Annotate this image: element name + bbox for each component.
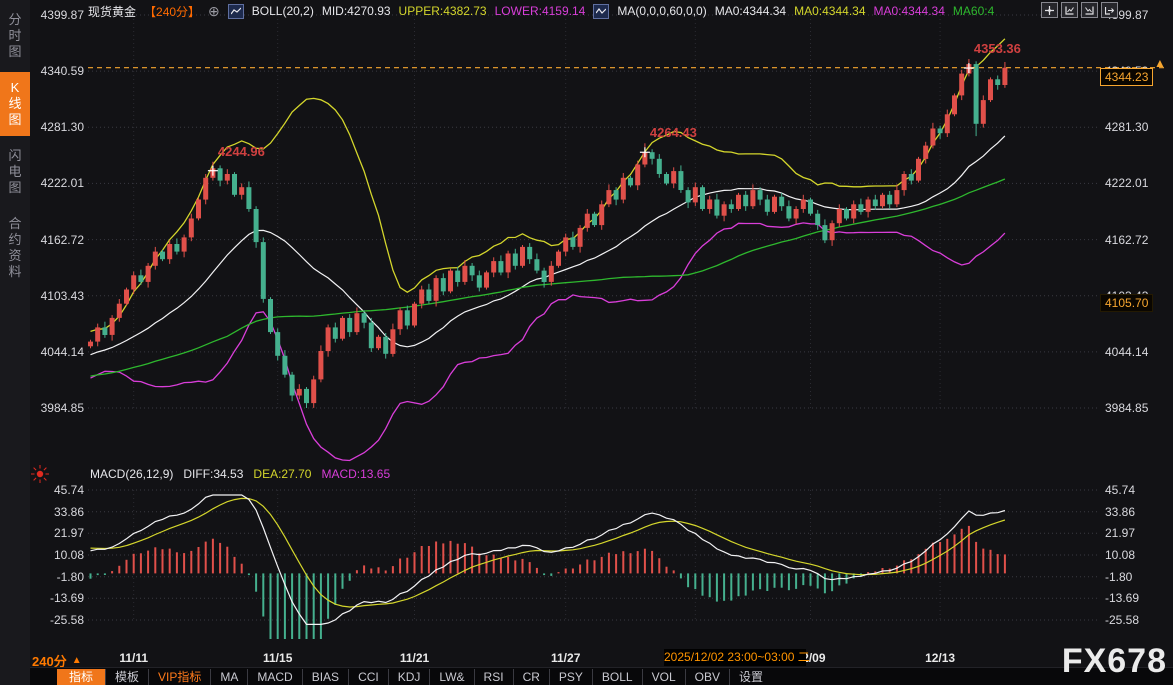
boll-lower-value: LOWER:4159.14 <box>495 4 586 18</box>
toolbar-item-指标[interactable]: 指标 <box>57 669 105 685</box>
macd-axis-label-right: -25.58 <box>1105 613 1139 627</box>
toolbar-item-KDJ[interactable]: KDJ <box>388 669 430 685</box>
sidebar: 分时图 K线图闪电图合约资料 <box>0 0 30 685</box>
chevron-up-icon: ▲ <box>72 655 82 666</box>
price-axis-label-right: 4162.72 <box>1105 233 1148 247</box>
macd-axis-label-right: 33.86 <box>1105 505 1135 519</box>
boll-upper-value: UPPER:4382.73 <box>399 4 487 18</box>
macd-header: MACD(26,12,9) DIFF:34.53 DEA:27.70 MACD:… <box>90 467 390 481</box>
toolbar-item-BIAS[interactable]: BIAS <box>302 669 348 685</box>
price-axis-label-left: 4340.59 <box>34 64 84 78</box>
macd-axis-label-left: 21.97 <box>34 526 84 540</box>
date-tick-label: 11/11 <box>104 651 164 665</box>
toolbar-item-OBV[interactable]: OBV <box>685 669 729 685</box>
price-axis-label-right: 3984.85 <box>1105 401 1148 415</box>
toolbar-item-设置[interactable]: 设置 <box>729 669 772 685</box>
macd-label: MACD(26,12,9) <box>90 467 173 481</box>
add-indicator-icon[interactable]: ⊕ <box>208 3 220 20</box>
price-axis-label-left: 3984.85 <box>34 401 84 415</box>
symbol-name: 现货黄金 <box>88 3 136 20</box>
chart-header: 现货黄金 【240分】 ⊕ BOLL(20,2) MID:4270.93 UPP… <box>88 3 994 19</box>
ma0-value-2: MA0:4344.34 <box>794 4 865 18</box>
price-axis-label-right: 4222.01 <box>1105 176 1148 190</box>
trading-app-window: 分时图 K线图闪电图合约资料 现货黄金 【240分】 ⊕ BOLL(20,2) M… <box>0 0 1173 685</box>
macd-axis-label-left: 10.08 <box>34 548 84 562</box>
chart-toolbar-icons <box>1041 2 1118 18</box>
macd-diff-value: DIFF:34.53 <box>183 467 243 481</box>
macd-axis-label-right: 21.97 <box>1105 526 1135 540</box>
macd-axis-label-right: 45.74 <box>1105 483 1135 497</box>
macd-axis-label-right: -13.69 <box>1105 591 1139 605</box>
price-arrow-icon: ▲ <box>1154 56 1166 70</box>
ma60-value: MA60:4 <box>953 4 994 18</box>
macd-macd-value: MACD:13.65 <box>321 467 390 481</box>
ma0-value-3: MA0:4344.34 <box>874 4 945 18</box>
macd-axis-label-left: -25.58 <box>34 613 84 627</box>
macd-axis-label-left: 33.86 <box>34 505 84 519</box>
date-tick-label: 12/13 <box>910 651 970 665</box>
price-axis-label-left: 4399.87 <box>34 8 84 22</box>
ma0-value-1: MA0:4344.34 <box>715 4 786 18</box>
export-panel-icon[interactable] <box>1101 2 1118 18</box>
brand-watermark: FX678 <box>1062 643 1167 679</box>
toolbar-item-MA[interactable]: MA <box>210 669 247 685</box>
toolbar-item-BOLL[interactable]: BOLL <box>592 669 642 685</box>
sidebar-tab-K线图[interactable]: K线图 <box>0 72 30 136</box>
price-annotation: 4244.96 <box>218 144 265 159</box>
date-tick-label: 11/21 <box>385 651 445 665</box>
price-annotation: 4353.36 <box>974 41 1021 56</box>
sidebar-tab-合约资料[interactable]: 合约资料 <box>0 208 30 288</box>
macd-axis-label-left: -1.80 <box>34 570 84 584</box>
toolbar-item-CCI[interactable]: CCI <box>348 669 388 685</box>
macd-axis-label-right: 10.08 <box>1105 548 1135 562</box>
price-annotation: 4264.43 <box>650 125 697 140</box>
time-range-tooltip: 2025/12/02 23:00~03:00 二 <box>664 649 806 666</box>
price-axis-label-left: 4103.43 <box>34 289 84 303</box>
date-tick-label: 11/27 <box>536 651 596 665</box>
toolbar-item-模板[interactable]: 模板 <box>105 669 148 685</box>
price-axis-label-left: 4044.14 <box>34 345 84 359</box>
current-price-tag: 4344.23 <box>1100 68 1153 86</box>
boll-mid-value: MID:4270.93 <box>322 4 391 18</box>
sidebar-tab-闪电图[interactable]: 闪电图 <box>0 140 30 204</box>
toolbar-item-RSI[interactable]: RSI <box>474 669 513 685</box>
toolbar-item-LW&[interactable]: LW& <box>429 669 473 685</box>
macd-axis-label-left: -13.69 <box>34 591 84 605</box>
macd-axis-label-left: 45.74 <box>34 483 84 497</box>
date-tick-label: 11/15 <box>248 651 308 665</box>
period-label[interactable]: 【240分】 <box>144 3 200 20</box>
price-axis-label-right: 4044.14 <box>1105 345 1148 359</box>
price-axis-label-left: 4281.30 <box>34 120 84 134</box>
ma-label: MA(0,0,0,60,0,0) <box>617 4 706 18</box>
chart-axis-right-icon[interactable] <box>1081 2 1098 18</box>
price-level-tag: 4105.70 <box>1100 294 1153 312</box>
sidebar-tab-分时图[interactable]: 分时图 <box>0 4 30 68</box>
indicator-toolbar: 指标模板VIP指标MAMACDBIASCCIKDJLW&RSICRPSYBOLL… <box>30 667 1173 685</box>
candlestick-chart[interactable] <box>0 0 1173 685</box>
price-axis-label-left: 4162.72 <box>34 233 84 247</box>
toolbar-item-PSY[interactable]: PSY <box>549 669 592 685</box>
price-axis-label-left: 4222.01 <box>34 176 84 190</box>
toolbar-item-CR[interactable]: CR <box>513 669 549 685</box>
toolbar-item-VIP指标[interactable]: VIP指标 <box>148 669 210 685</box>
boll-indicator-icon[interactable] <box>228 4 244 19</box>
toolbar-item-VOL[interactable]: VOL <box>642 669 685 685</box>
toolbar-item-MACD[interactable]: MACD <box>247 669 301 685</box>
ma-indicator-icon[interactable] <box>593 4 609 19</box>
macd-dea-value: DEA:27.70 <box>253 467 311 481</box>
chart-axis-left-icon[interactable] <box>1061 2 1078 18</box>
boll-label: BOLL(20,2) <box>252 4 314 18</box>
price-axis-label-right: 4281.30 <box>1105 120 1148 134</box>
macd-axis-label-right: -1.80 <box>1105 570 1132 584</box>
crosshair-icon[interactable] <box>1041 2 1058 18</box>
